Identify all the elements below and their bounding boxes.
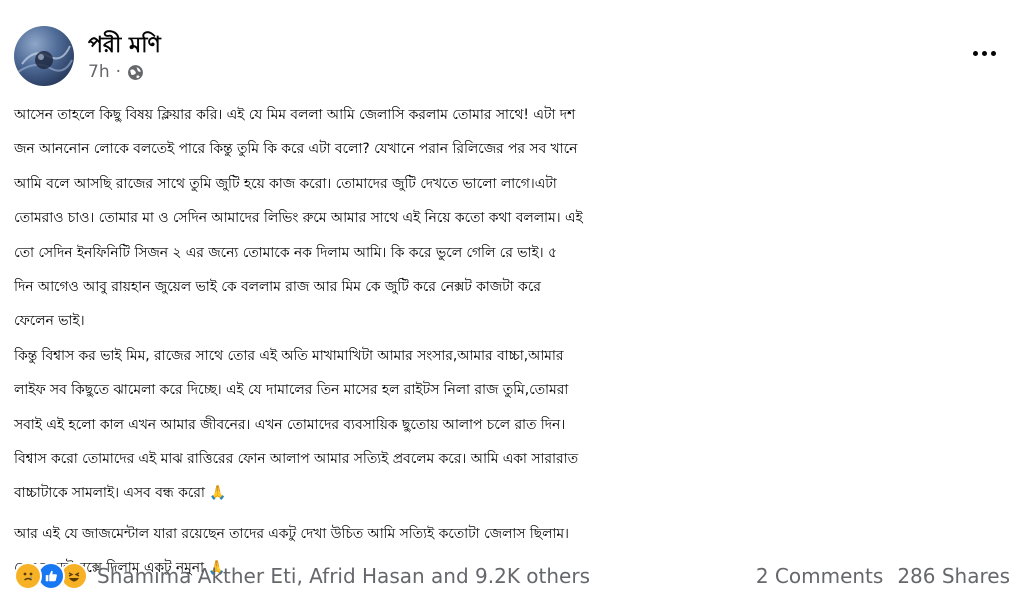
ellipsis-icon	[972, 50, 978, 56]
reaction-names[interactable]: Shamima Akther Eti, Afrid Hasan and 9.2K…	[97, 564, 590, 588]
post-text-line: তোমরাও চাও। তোমার মা ও সেদিন আমাদের লিভি…	[14, 210, 583, 227]
facebook-post: পরী মণি 7h · আসেন তাহলে কিছু বিষয় ক্লিয…	[0, 0, 1024, 609]
reactions-summary[interactable]: Shamima Akther Eti, Afrid Hasan and 9.2K…	[14, 562, 590, 590]
post-footer: Shamima Akther Eti, Afrid Hasan and 9.2K…	[14, 556, 1010, 596]
meta-separator: ·	[115, 62, 121, 82]
post-text-line: লাইফ সব কিছুতে ঝামেলা করে দিচ্ছে। এই যে …	[14, 382, 569, 399]
post-text-line: ফেলেন ভাই।	[14, 313, 85, 330]
ellipsis-icon	[990, 50, 996, 56]
post-text-line: আসেন তাহলে কিছু বিষয় ক্লিয়ার করি। এই য…	[14, 107, 576, 123]
post-text-line: দিন আগেও আবু রায়হান জুয়েল ভাই কে বললাম…	[14, 279, 541, 296]
post-stats: 2 Comments 286 Shares	[756, 564, 1010, 588]
author-name[interactable]: পরী মণি	[88, 28, 161, 65]
author-avatar[interactable]	[14, 26, 74, 86]
post-text: আসেন তাহলে কিছু বিষয় ক্লিয়ার করি। এই য…	[14, 98, 1014, 586]
post-meta: 7h ·	[88, 62, 144, 82]
post-text-line: কিন্তু বিশ্বাস কর ভাই মিম, রাজের সাথে তো…	[14, 347, 564, 364]
post-text-line: আর এই যে জাজমেন্টাল যারা রয়েছেন তাদের এ…	[14, 525, 569, 542]
comments-count[interactable]: 2 Comments	[756, 564, 884, 588]
post-text-line: বাচ্চাটাকে সামলাই। এসব বন্ধ করো 🙏	[14, 485, 227, 502]
ellipsis-icon	[981, 50, 987, 56]
post-text-line: আমি বলে আসছি রাজের সাথে তুমি জুটি হয়ে ক…	[14, 175, 557, 192]
post-text-line: জন আননোন লোকে বলতেই পারে কিন্তু তুমি কি …	[14, 141, 578, 158]
sad-reaction-icon	[14, 562, 42, 590]
post-text-line: তো সেদিন ইনফিনিটি সিজন ২ এর জন্যে তোমাকে…	[14, 244, 557, 261]
more-options-button[interactable]	[964, 38, 1004, 68]
post-text-line: বিশ্বাস করো তোমাদের এই মাঝ রাত্তিরের ফোন…	[14, 451, 578, 468]
globe-icon	[128, 64, 143, 80]
shares-count[interactable]: 286 Shares	[897, 564, 1010, 588]
post-text-line: সবাই এই হলো কাল এখন আমার জীবনের। এখন তোম…	[14, 416, 566, 433]
post-time[interactable]: 7h	[88, 62, 110, 82]
post-header: পরী মণি 7h ·	[14, 26, 1010, 88]
